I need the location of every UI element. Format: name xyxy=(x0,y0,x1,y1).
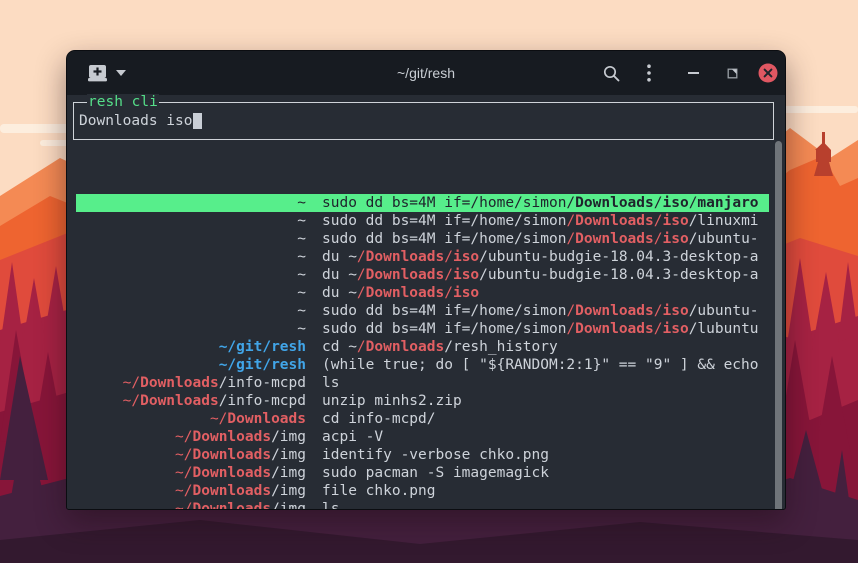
row-directory: ~/git/resh xyxy=(76,338,306,356)
row-command: sudo dd bs=4M if=/home/simon/Downloads/i… xyxy=(322,320,759,338)
terminal-window: ~/git/resh xyxy=(66,50,786,510)
row-directory: ~ xyxy=(76,266,306,284)
search-button[interactable] xyxy=(598,51,624,95)
close-icon xyxy=(758,63,778,83)
titlebar: ~/git/resh xyxy=(67,51,785,96)
row-command: acpi -V xyxy=(322,428,383,446)
history-row[interactable]: ~ du ~/Downloads/iso/ubuntu-budgie-18.04.… xyxy=(76,266,769,284)
history-row[interactable]: ~ du ~/Downloads/iso xyxy=(76,284,769,302)
history-row[interactable]: ~/Downloads/img identify -verbose chko.pn… xyxy=(76,446,769,464)
history-row[interactable]: ~ sudo dd bs=4M if=/home/simon/Downloads/… xyxy=(76,320,769,338)
minimize-button[interactable] xyxy=(681,51,705,95)
row-command: du ~/Downloads/iso xyxy=(322,284,479,302)
row-directory: ~ xyxy=(76,212,306,230)
history-row[interactable]: ~ sudo dd bs=4M if=/home/simon/Downloads/… xyxy=(76,212,769,230)
menu-button[interactable] xyxy=(639,51,659,95)
row-directory: ~ xyxy=(76,248,306,266)
history-row[interactable]: ~ sudo dd bs=4M if=/home/simon/Downloads/… xyxy=(76,230,769,248)
row-command: unzip minhs2.zip xyxy=(322,392,462,410)
resh-frame-label: resh cli xyxy=(87,94,159,111)
row-directory: ~/Downloads/info-mcpd xyxy=(76,374,306,392)
row-directory: ~/Downloads/img xyxy=(76,464,306,482)
row-command: sudo dd bs=4M if=/home/simon/Downloads/i… xyxy=(322,302,759,320)
row-directory: ~/Downloads xyxy=(76,410,306,428)
terminal-content: resh cli Downloads iso ~ sudo dd bs=4M if… xyxy=(67,95,785,509)
row-command: (while true; do [ "${RANDOM:2:1}" == "9"… xyxy=(322,356,759,374)
row-directory: ~ xyxy=(76,194,306,212)
row-command: ls xyxy=(322,500,339,510)
row-directory: ~/Downloads/info-mcpd xyxy=(76,392,306,410)
row-command: identify -verbose chko.png xyxy=(322,446,549,464)
history-row[interactable]: ~ sudo dd bs=4M if=/home/simon/Downloads/… xyxy=(76,194,769,212)
history-row[interactable]: ~/git/resh (while true; do [ "${RANDOM:2:… xyxy=(76,356,769,374)
row-directory: ~/Downloads/img xyxy=(76,428,306,446)
search-input[interactable]: Downloads iso xyxy=(79,112,202,130)
minimize-icon xyxy=(688,71,699,75)
row-command: sudo dd bs=4M if=/home/simon/Downloads/i… xyxy=(322,212,759,230)
row-directory: ~ xyxy=(76,230,306,248)
history-row[interactable]: ~/Downloads/img ls xyxy=(76,500,769,510)
row-command: cd ~/Downloads/resh_history xyxy=(322,338,558,356)
history-row[interactable]: ~ du ~/Downloads/iso/ubuntu-budgie-18.04.… xyxy=(76,248,769,266)
restore-icon xyxy=(727,68,738,79)
row-command: sudo dd bs=4M if=/home/simon/Downloads/i… xyxy=(322,230,759,248)
row-command: sudo dd bs=4M if=/home/simon/Downloads/i… xyxy=(322,194,759,212)
row-command: ls xyxy=(322,374,339,392)
text-cursor xyxy=(193,113,202,129)
history-row[interactable]: ~/Downloads cd info-mcpd/ xyxy=(76,410,769,428)
window-title: ~/git/resh xyxy=(67,51,785,95)
close-button[interactable] xyxy=(755,51,781,95)
scrollbar-thumb[interactable] xyxy=(775,141,782,510)
row-command: file chko.png xyxy=(322,482,436,500)
row-command: cd info-mcpd/ xyxy=(322,410,436,428)
row-directory: ~/git/resh xyxy=(76,356,306,374)
row-directory: ~ xyxy=(76,302,306,320)
history-row[interactable]: ~/Downloads/img sudo pacman -S imagemagic… xyxy=(76,464,769,482)
row-directory: ~ xyxy=(76,320,306,338)
history-row[interactable]: ~/Downloads/img acpi -V xyxy=(76,428,769,446)
history-row[interactable]: ~/Downloads/info-mcpd ls xyxy=(76,374,769,392)
history-row[interactable]: ~/Downloads/img file chko.png xyxy=(76,482,769,500)
search-icon xyxy=(603,65,620,82)
row-directory: ~ xyxy=(76,284,306,302)
row-command: du ~/Downloads/iso/ubuntu-budgie-18.04.3… xyxy=(322,266,759,284)
row-directory: ~/Downloads/img xyxy=(76,446,306,464)
history-row[interactable]: ~ sudo dd bs=4M if=/home/simon/Downloads/… xyxy=(76,302,769,320)
history-row[interactable]: ~/Downloads/info-mcpd unzip minhs2.zip xyxy=(76,392,769,410)
resh-search-frame: resh cli Downloads iso xyxy=(73,102,774,140)
row-directory: ~/Downloads/img xyxy=(76,500,306,510)
kebab-menu-icon xyxy=(647,64,651,82)
history-list: ~ sudo dd bs=4M if=/home/simon/Downloads/… xyxy=(76,194,769,510)
row-command: sudo pacman -S imagemagick xyxy=(322,464,549,482)
row-command: du ~/Downloads/iso/ubuntu-budgie-18.04.3… xyxy=(322,248,759,266)
restore-button[interactable] xyxy=(720,51,744,95)
history-row[interactable]: ~/git/resh cd ~/Downloads/resh_history xyxy=(76,338,769,356)
search-query-text: Downloads iso xyxy=(79,113,193,129)
row-directory: ~/Downloads/img xyxy=(76,482,306,500)
